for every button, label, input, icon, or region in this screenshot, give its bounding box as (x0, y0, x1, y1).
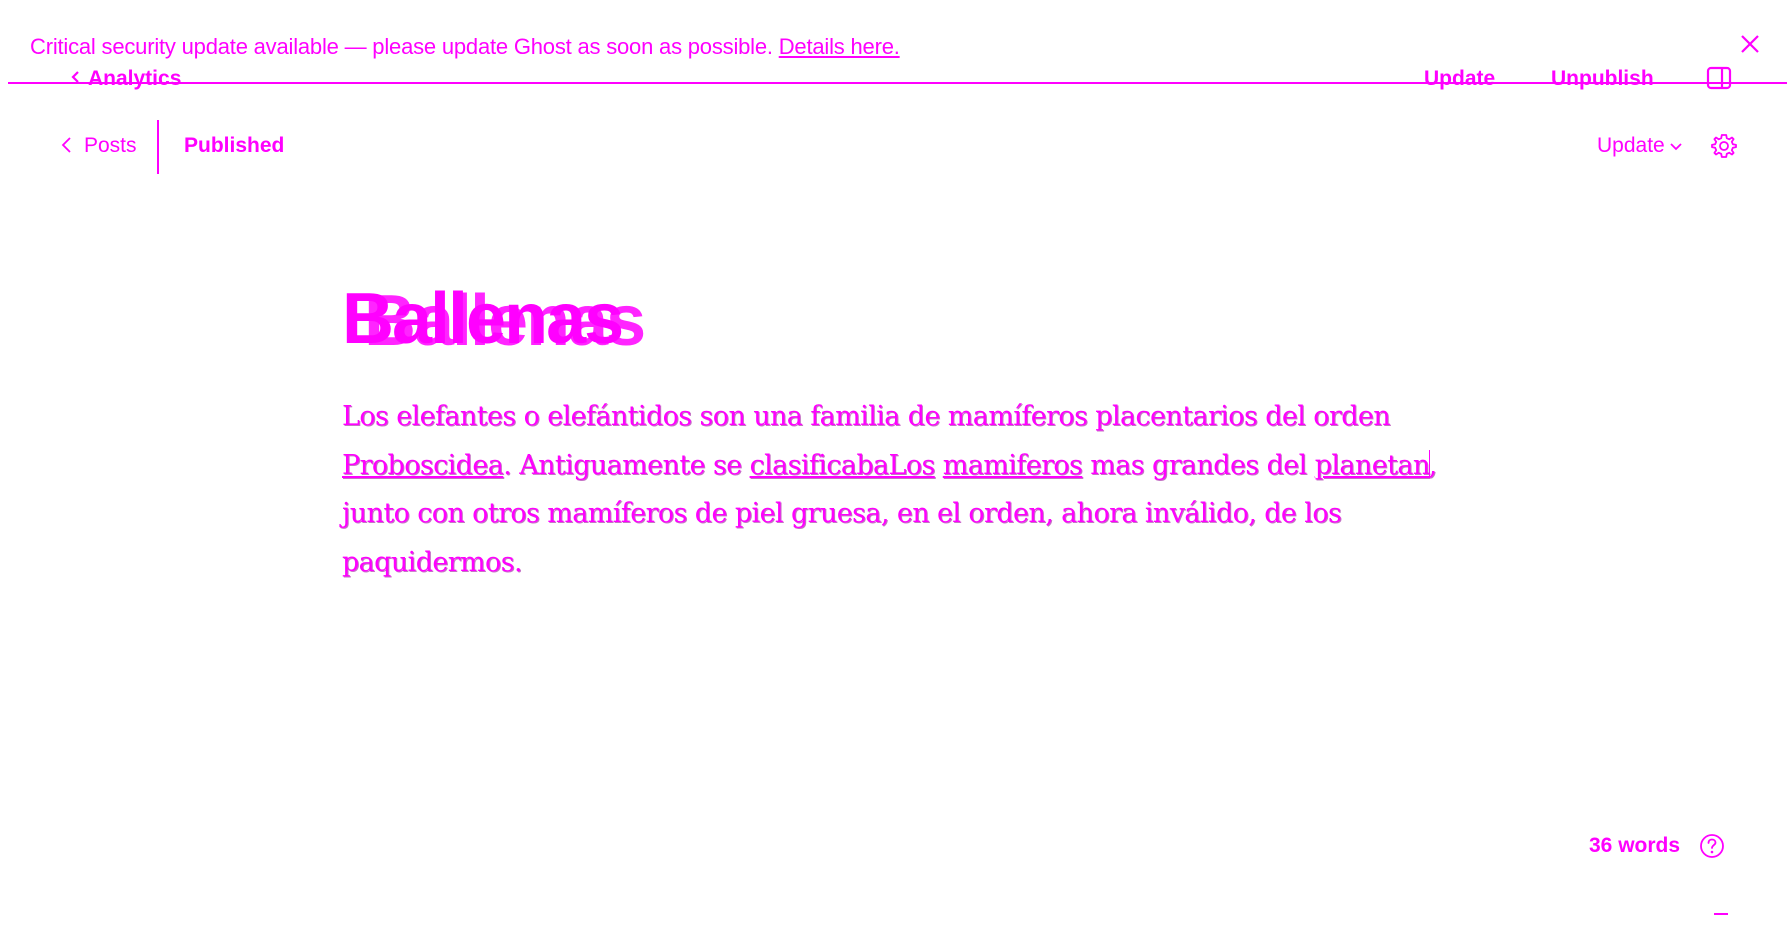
analytics-label: Analytics (88, 67, 182, 90)
banner-message: Critical security update available — ple… (30, 34, 773, 59)
posts-back-link[interactable]: Posts (60, 134, 137, 158)
close-icon[interactable] (1736, 30, 1764, 58)
analytics-back-link[interactable]: Analytics (70, 67, 181, 91)
bottom-handle (1714, 913, 1728, 915)
header-divider (157, 120, 159, 174)
editor-window: Critical security update available — ple… (0, 0, 1787, 928)
banner-text: Critical security update available — ple… (30, 34, 900, 60)
post-title-ghost: Ballenas (364, 281, 646, 361)
gear-icon[interactable] (1710, 132, 1738, 160)
chevron-left-icon (70, 67, 88, 91)
post-title[interactable]: Ballenas Ballenas (342, 283, 646, 357)
body-misspelled-word: mamiferos (942, 449, 1083, 481)
post-status: Published (184, 134, 285, 157)
body-text (935, 450, 943, 481)
update-label: Update (1597, 134, 1665, 157)
banner-details-link[interactable]: Details here. (779, 34, 900, 59)
body-text: . Antiguamente se (503, 449, 750, 481)
body-link[interactable]: Proboscidea (342, 450, 504, 481)
sidebar-panel-icon[interactable] (1706, 66, 1732, 90)
word-count: 36 words (1589, 834, 1681, 857)
update-dropdown-button[interactable]: Update (1597, 134, 1683, 158)
unpublish-button[interactable]: Unpublish (1551, 67, 1654, 91)
toolbar-update-button[interactable]: Update (1424, 67, 1495, 91)
security-banner: Critical security update available — ple… (0, 0, 1787, 84)
body-misspelled-word: planetan (1314, 449, 1431, 481)
chevron-left-icon (61, 137, 71, 153)
chevron-down-icon (1670, 143, 1682, 151)
body-misspelled-word: clasificabaLos (749, 449, 936, 481)
banner-divider (8, 82, 1787, 84)
help-circle-icon[interactable] (1698, 832, 1726, 860)
body-text: mas grandes del (1082, 449, 1315, 481)
body-text: Los elefantes o elefántidos son una fami… (342, 401, 1391, 432)
posts-label: Posts (84, 134, 137, 157)
post-body-editor[interactable]: Los elefantes o elefántidos son una fami… (342, 393, 1462, 587)
